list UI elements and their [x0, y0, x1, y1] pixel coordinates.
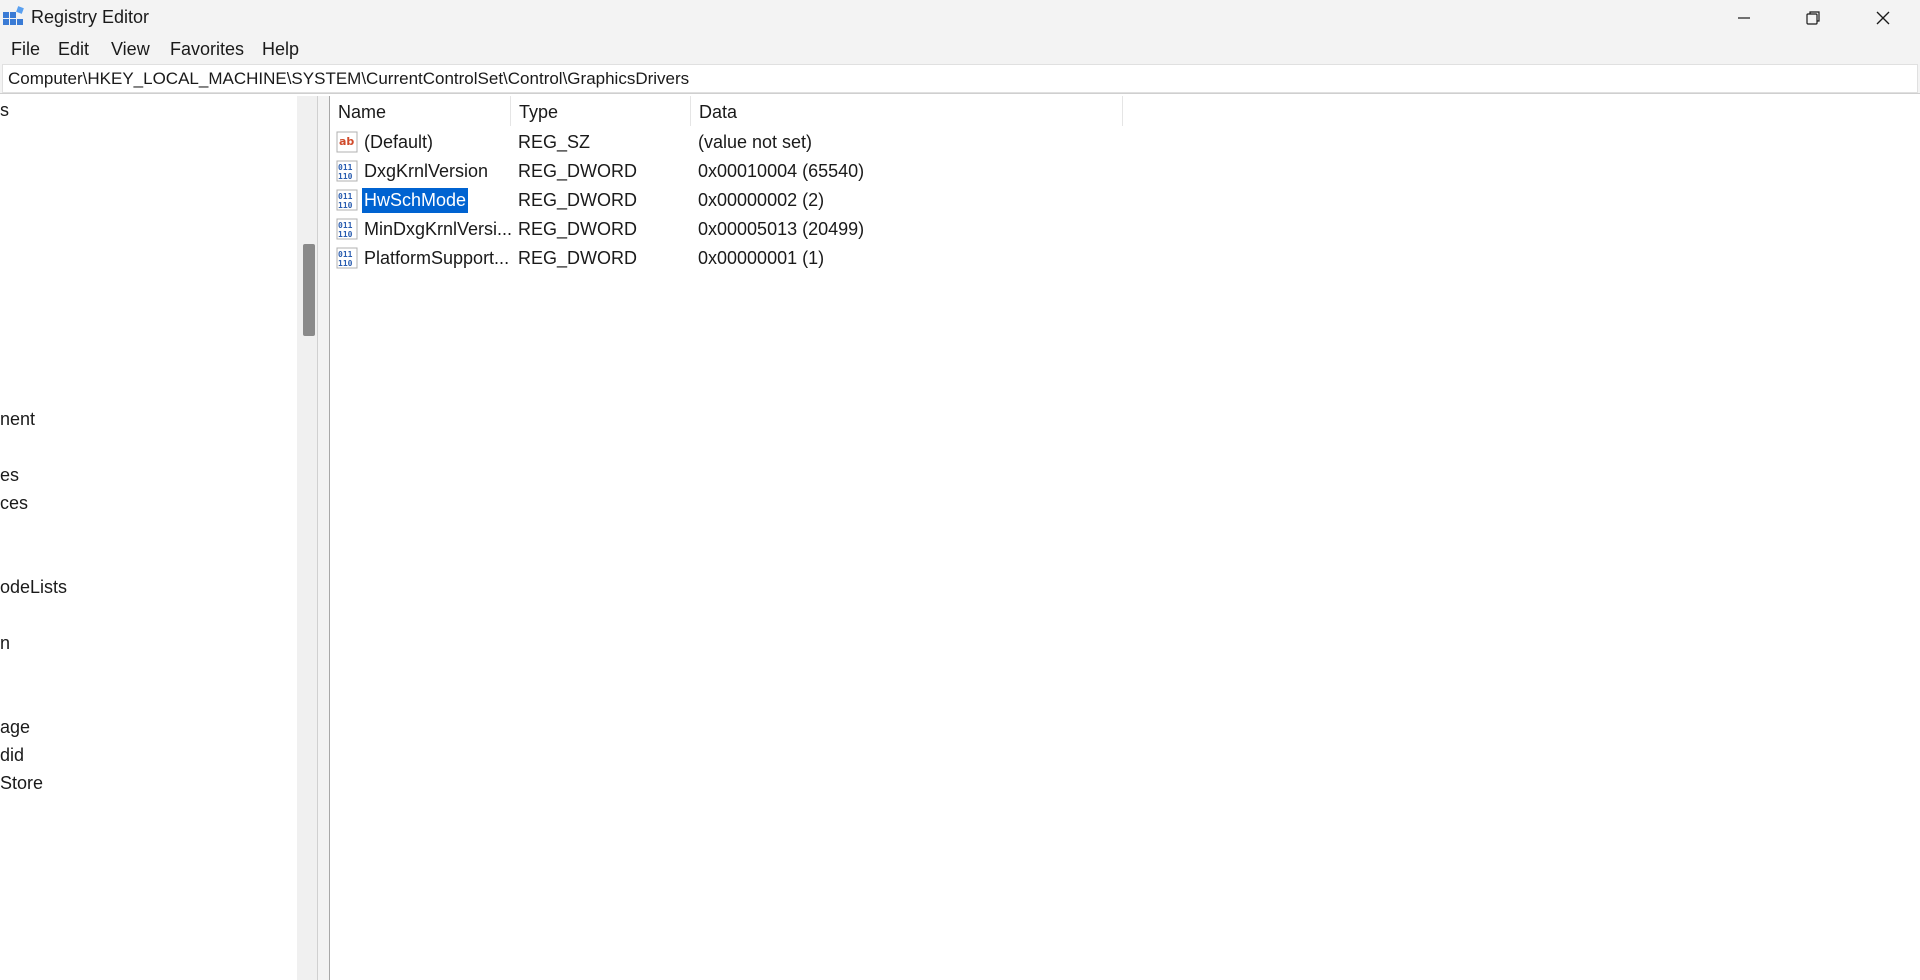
- svg-text:011: 011: [338, 250, 353, 259]
- value-data: 0x00010004 (65540): [698, 161, 865, 181]
- tree-scrollbar-thumb[interactable]: [303, 244, 315, 336]
- svg-text:011: 011: [338, 221, 353, 230]
- menu-edit[interactable]: Edit: [56, 39, 91, 60]
- binary-value-icon: 011 110: [336, 218, 358, 240]
- registry-editor-icon: [3, 6, 24, 25]
- table-row[interactable]: 011 110 PlatformSupport... REG_DWORD 0x0…: [330, 244, 1920, 273]
- column-header-type[interactable]: Type: [511, 96, 691, 126]
- tree-item[interactable]: age: [0, 717, 30, 738]
- value-name: (Default): [364, 132, 434, 152]
- value-name: DxgKrnlVersion: [364, 161, 489, 181]
- list-header: Name Type Data: [330, 96, 1920, 126]
- column-header-data[interactable]: Data: [691, 96, 1123, 126]
- svg-text:011: 011: [338, 192, 353, 201]
- binary-value-icon: 011 110: [336, 247, 358, 269]
- tree-item[interactable]: s: [0, 100, 9, 121]
- svg-text:110: 110: [338, 201, 353, 210]
- svg-text:110: 110: [338, 259, 353, 268]
- value-list: Name Type Data ab (Default) REG_SZ (valu…: [330, 96, 1920, 980]
- minimize-button[interactable]: [1709, 0, 1779, 35]
- table-row[interactable]: 011 110 MinDxgKrnlVersi... REG_DWORD 0x0…: [330, 215, 1920, 244]
- svg-text:110: 110: [338, 230, 353, 239]
- tree-scrollbar[interactable]: [297, 96, 317, 980]
- value-type: REG_DWORD: [518, 219, 638, 239]
- menu-bar: File Edit View Favorites Help: [0, 35, 1920, 65]
- window-title: Registry Editor: [31, 7, 150, 27]
- tree-item[interactable]: did: [0, 745, 24, 766]
- address-input[interactable]: Computer\HKEY_LOCAL_MACHINE\SYSTEM\Curre…: [2, 64, 1918, 93]
- pane-splitter[interactable]: [318, 96, 330, 980]
- value-data: (value not set): [698, 132, 813, 152]
- svg-text:110: 110: [338, 172, 353, 181]
- value-data: 0x00000001 (1): [698, 248, 825, 268]
- string-value-icon: ab: [336, 131, 358, 153]
- value-type: REG_DWORD: [518, 248, 638, 268]
- value-type: REG_DWORD: [518, 161, 638, 181]
- tree-item[interactable]: ces: [0, 493, 28, 514]
- restore-icon: [1806, 10, 1820, 25]
- tree-item[interactable]: n: [0, 633, 10, 654]
- menu-file[interactable]: File: [9, 39, 42, 60]
- minimize-icon: [1738, 16, 1750, 19]
- binary-value-icon: 011 110: [336, 189, 358, 211]
- value-type: REG_DWORD: [518, 190, 638, 210]
- value-name: PlatformSupport...: [364, 248, 510, 268]
- menu-view[interactable]: View: [109, 39, 152, 60]
- column-header-name[interactable]: Name: [330, 96, 511, 126]
- value-data: 0x00005013 (20499): [698, 219, 865, 239]
- menu-favorites[interactable]: Favorites: [168, 39, 246, 60]
- value-type: REG_SZ: [518, 132, 591, 152]
- key-tree[interactable]: s nent es ces odeLists n age did Store: [0, 96, 318, 980]
- close-button[interactable]: [1848, 0, 1918, 35]
- binary-value-icon: 011 110: [336, 160, 358, 182]
- svg-text:ab: ab: [339, 135, 354, 148]
- value-name-selected: HwSchMode: [362, 188, 469, 213]
- table-row[interactable]: 011 110 HwSchMode REG_DWORD 0x00000002 (…: [330, 186, 1920, 215]
- tree-item[interactable]: odeLists: [0, 577, 67, 598]
- value-name: MinDxgKrnlVersi...: [364, 219, 512, 239]
- address-bar: Computer\HKEY_LOCAL_MACHINE\SYSTEM\Curre…: [0, 64, 1920, 94]
- svg-text:011: 011: [338, 163, 353, 172]
- tree-item[interactable]: Store: [0, 773, 43, 794]
- menu-help[interactable]: Help: [260, 39, 301, 60]
- table-row[interactable]: ab (Default) REG_SZ (value not set): [330, 128, 1920, 157]
- restore-button[interactable]: [1778, 0, 1848, 35]
- close-icon: [1876, 11, 1890, 24]
- table-row[interactable]: 011 110 DxgKrnlVersion REG_DWORD 0x00010…: [330, 157, 1920, 186]
- tree-item[interactable]: nent: [0, 409, 35, 430]
- tree-item[interactable]: es: [0, 465, 19, 486]
- value-data: 0x00000002 (2): [698, 190, 825, 210]
- title-bar: Registry Editor: [0, 0, 1920, 35]
